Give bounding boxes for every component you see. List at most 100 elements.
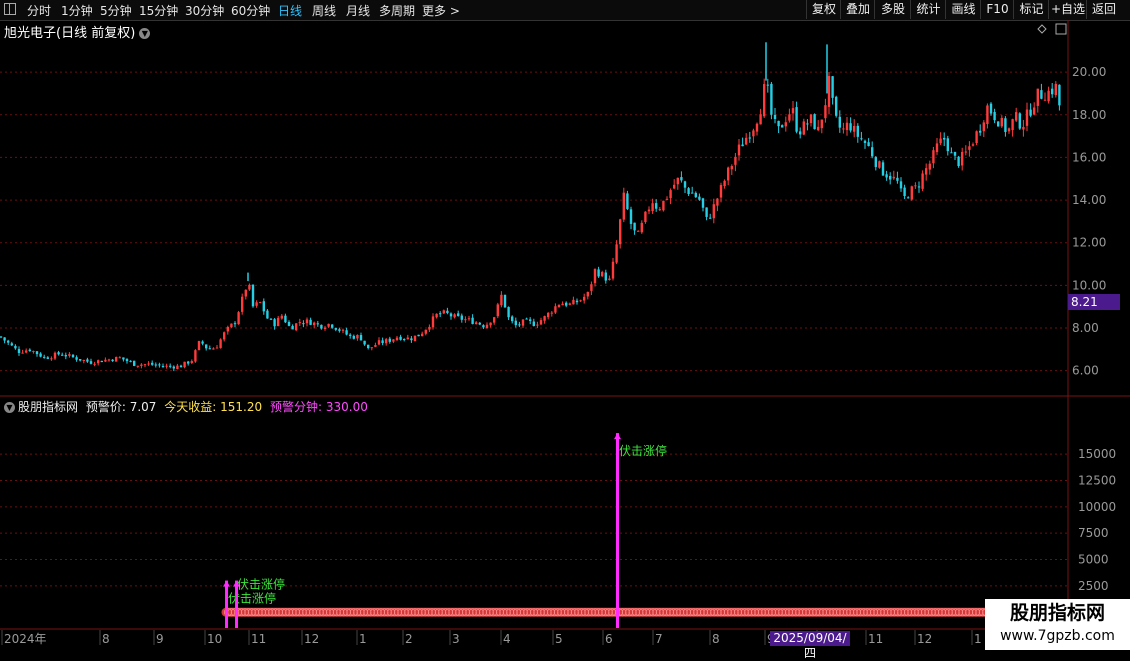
- candle-body: [212, 348, 215, 350]
- candle-body: [97, 360, 100, 364]
- candle-body: [230, 323, 233, 328]
- candle-body: [824, 105, 827, 119]
- candle-body: [305, 319, 309, 324]
- candle-body: [521, 319, 525, 326]
- candle-body: [997, 121, 1000, 127]
- candle-body: [889, 175, 892, 180]
- kline-chart[interactable]: 6.008.0010.0012.0014.0016.0018.0020.0025…: [0, 0, 1130, 650]
- candle-body: [615, 244, 618, 263]
- candle-body: [136, 365, 139, 367]
- candle-body: [953, 151, 957, 156]
- candle-body: [377, 340, 381, 345]
- diamond-icon[interactable]: [1037, 24, 1047, 34]
- candle-body: [788, 114, 791, 121]
- candle-body: [568, 303, 571, 305]
- candle-body: [1047, 90, 1050, 102]
- candle-body: [179, 365, 183, 368]
- signal-label: 伏击涨停: [237, 577, 285, 592]
- candle-body: [75, 357, 78, 360]
- candle-body: [21, 352, 24, 354]
- candle-body: [979, 130, 982, 133]
- panel-toggle-icon[interactable]: [1055, 23, 1067, 35]
- candle-body: [518, 324, 521, 326]
- candle-body: [248, 284, 251, 290]
- candle-body: [633, 222, 636, 231]
- candle-body: [334, 328, 337, 330]
- candle-body: [262, 301, 265, 312]
- candle-body: [597, 269, 600, 277]
- price-tick-label: 16.00: [1072, 150, 1106, 164]
- candle-body: [1036, 88, 1039, 106]
- candle-body: [503, 294, 507, 308]
- candle-body: [107, 359, 111, 361]
- candle-body: [791, 108, 795, 114]
- candle-body: [809, 114, 813, 124]
- candle-body: [381, 340, 384, 344]
- candle-body: [403, 339, 406, 341]
- candle-body: [622, 192, 625, 220]
- candle-body: [471, 317, 474, 324]
- candle-body: [341, 329, 345, 331]
- crosshair-date-tag: 2025/09/04/四: [770, 631, 850, 660]
- candle-body: [655, 203, 658, 209]
- candle-body: [874, 156, 877, 167]
- candle-body: [701, 198, 705, 208]
- candle-body: [856, 125, 859, 137]
- candle-body: [709, 217, 712, 219]
- candle-body: [352, 335, 355, 339]
- candle-body: [17, 349, 21, 353]
- chevron-down-icon[interactable]: ▼: [4, 402, 15, 413]
- time-tick-label: 5: [555, 632, 563, 646]
- candle-body: [363, 340, 366, 345]
- time-tick-label: 10: [207, 632, 222, 646]
- candle-body: [662, 200, 665, 211]
- candle-body: [1000, 117, 1003, 127]
- time-tick-label: 7: [655, 632, 663, 646]
- warn-price-label: 预警价:: [85, 400, 126, 414]
- candle-body: [0, 336, 3, 338]
- candle-body: [460, 315, 463, 320]
- candle-body: [388, 338, 391, 342]
- candle-body: [842, 128, 845, 130]
- candle-body: [601, 272, 604, 277]
- candle-body: [665, 198, 669, 200]
- candle-body: [763, 84, 766, 117]
- candle-body: [1015, 112, 1018, 121]
- price-tick-label: 14.00: [1072, 193, 1106, 207]
- candle-body: [1029, 109, 1032, 116]
- candle-body: [190, 361, 193, 363]
- candle-body: [284, 315, 287, 323]
- time-tick-label: 8: [102, 632, 110, 646]
- candle-body: [359, 335, 363, 341]
- candle-body: [399, 336, 402, 340]
- candle-body: [626, 193, 629, 210]
- candle-body: [590, 284, 593, 291]
- candle-body: [208, 348, 211, 350]
- candle-body: [777, 120, 780, 127]
- candle-body: [223, 332, 226, 340]
- candle-body: [831, 76, 834, 98]
- candle-body: [431, 316, 435, 328]
- candle-body: [320, 324, 323, 329]
- candle-body: [932, 150, 935, 164]
- candle-body: [277, 317, 280, 327]
- candle-body: [669, 190, 672, 199]
- candle-body: [723, 180, 726, 186]
- candle-body: [511, 316, 514, 322]
- candle-body: [993, 112, 996, 121]
- signal-label: 伏击涨停: [619, 443, 667, 458]
- candle-body: [849, 123, 852, 131]
- candle-body: [147, 363, 150, 365]
- candle-body: [1051, 88, 1054, 95]
- candle-body: [507, 307, 510, 318]
- time-tick-label: 2024年: [4, 632, 47, 646]
- candle-body: [827, 76, 831, 107]
- candle-body: [1011, 119, 1014, 131]
- candle-body: [237, 312, 240, 325]
- candle-body: [611, 261, 615, 279]
- candle-body: [453, 314, 456, 318]
- candle-body: [683, 181, 687, 188]
- today-gain-value: 151.20: [220, 400, 263, 414]
- candle-body: [244, 289, 247, 297]
- candle-body: [176, 365, 179, 369]
